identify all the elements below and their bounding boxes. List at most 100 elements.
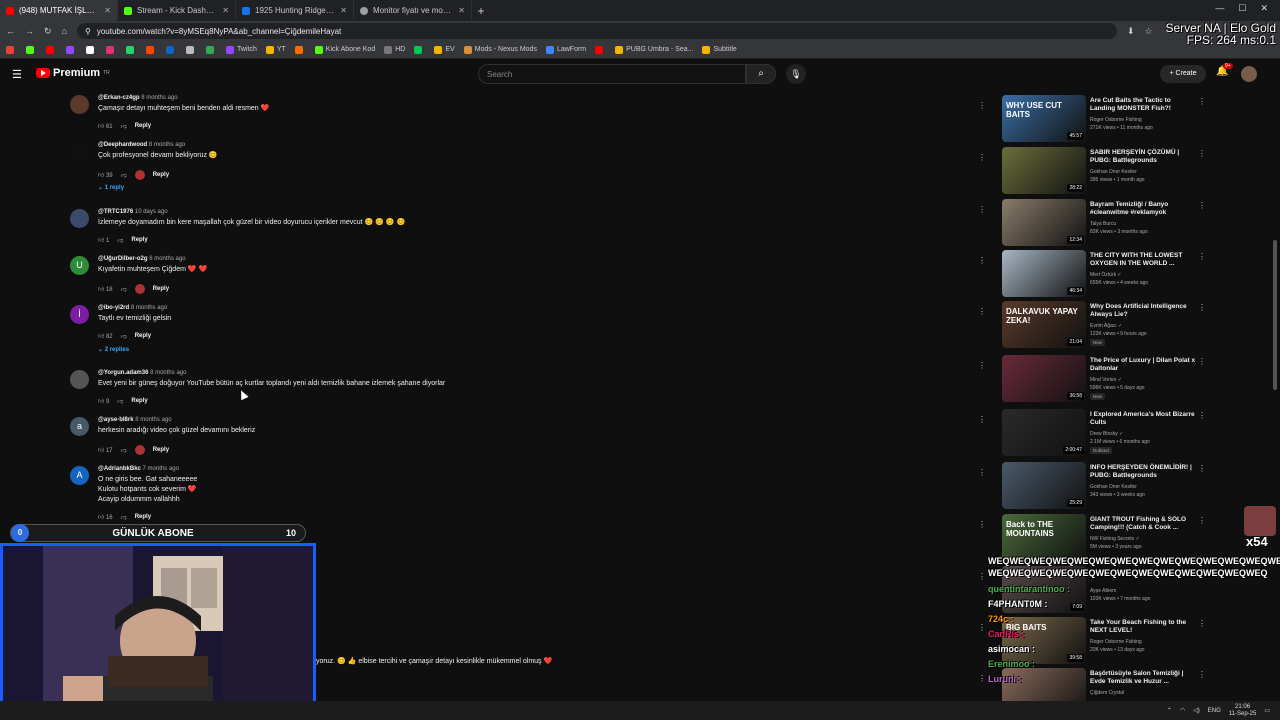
reply-button[interactable]: Reply bbox=[153, 447, 169, 453]
related-video-item[interactable]: 12:34 Bayram Temizliği / Banyo #cleanwit… bbox=[1002, 199, 1212, 251]
comment-time[interactable]: 8 months ago bbox=[149, 142, 185, 148]
close-tab-icon[interactable]: ✕ bbox=[222, 6, 229, 15]
related-video-item[interactable]: 2:00:47 I Explored America's Most Bizarr… bbox=[1002, 409, 1212, 461]
comment-time[interactable]: 8 months ago bbox=[141, 95, 177, 101]
video-title[interactable]: INFO HERŞEYDEN ÖNEMLİDİR! | PUBG: Battle… bbox=[1090, 464, 1196, 480]
minimize-icon[interactable]: — bbox=[1215, 3, 1224, 14]
bookmark-14[interactable]: Kick Abone Kod bbox=[314, 45, 375, 54]
new-tab-button[interactable]: + bbox=[472, 4, 490, 18]
bookmark-17[interactable]: EV bbox=[434, 45, 455, 54]
commenter-avatar[interactable] bbox=[70, 142, 89, 161]
bookmark-7[interactable] bbox=[146, 45, 157, 54]
comment-time[interactable]: 8 months ago bbox=[131, 305, 167, 311]
tray-chevron-icon[interactable]: ⌃ bbox=[1167, 707, 1172, 714]
commenter-avatar[interactable]: İ bbox=[70, 305, 89, 324]
video-thumbnail[interactable]: 36:58 bbox=[1002, 355, 1086, 402]
comment-more-options-icon[interactable]: ⋮ bbox=[978, 572, 986, 581]
commenter-avatar[interactable] bbox=[70, 95, 89, 114]
video-title[interactable]: I Explored America's Most Bizarre Cults bbox=[1090, 411, 1196, 427]
channel-name[interactable]: Evrim Ağacı ✓ bbox=[1090, 323, 1122, 329]
comment-more-options-icon[interactable]: ⋮ bbox=[978, 520, 986, 529]
video-title[interactable]: The Price of Luxury | Dilan Polat x Dalt… bbox=[1090, 357, 1196, 373]
comment-author[interactable]: @Erkan-cz4gp bbox=[98, 95, 140, 101]
comment-author[interactable]: @AdrianbkBkc bbox=[98, 466, 141, 472]
dislike-button[interactable]: 👎︎ bbox=[121, 332, 127, 340]
view-replies-button[interactable]: ⌄ 1 reply bbox=[98, 184, 124, 191]
close-tab-icon[interactable]: ✕ bbox=[340, 6, 347, 15]
reply-button[interactable]: Reply bbox=[135, 333, 151, 339]
comment-more-options-icon[interactable]: ⋮ bbox=[978, 361, 986, 370]
like-button[interactable]: 👍︎ 17 bbox=[98, 446, 113, 454]
comment-author[interactable]: @UğurDilber-o2g bbox=[98, 256, 148, 262]
video-title[interactable]: Why Does Artificial Intelligence Always … bbox=[1090, 303, 1196, 319]
more-options-icon[interactable]: ⋮ bbox=[1198, 303, 1206, 312]
bookmark-5[interactable] bbox=[106, 45, 117, 54]
channel-name[interactable]: Gokhan Oner Kestler bbox=[1090, 484, 1137, 490]
reply-button[interactable]: Reply bbox=[153, 286, 169, 292]
bookmark-3[interactable] bbox=[66, 45, 77, 54]
channel-name[interactable]: Mert Öztürk ✓ bbox=[1090, 272, 1122, 278]
related-video-item[interactable]: DALKAVUK YAPAY ZEKA! 21:04 Why Does Arti… bbox=[1002, 301, 1212, 353]
comment-more-options-icon[interactable]: ⋮ bbox=[978, 623, 986, 632]
commenter-avatar[interactable]: a bbox=[70, 417, 89, 436]
like-button[interactable]: 👍︎ 16 bbox=[98, 513, 113, 521]
commenter-avatar[interactable]: A bbox=[70, 466, 89, 485]
comment-more-options-icon[interactable]: ⋮ bbox=[978, 101, 986, 110]
video-thumbnail[interactable]: 28:22 bbox=[1002, 147, 1086, 194]
comment-author[interactable]: @Yorgun.adam36 bbox=[98, 370, 148, 376]
bookmark-22[interactable]: Subtitle bbox=[702, 45, 737, 54]
search-input[interactable]: Search bbox=[478, 64, 746, 84]
channel-name[interactable]: Mind Vortex ✓ bbox=[1090, 377, 1122, 383]
bookmark-16[interactable] bbox=[414, 45, 425, 54]
close-window-icon[interactable]: ✕ bbox=[1260, 3, 1268, 14]
video-thumbnail[interactable]: 2:00:47 bbox=[1002, 409, 1086, 456]
like-button[interactable]: 👍︎ 39 bbox=[98, 171, 113, 179]
volume-icon[interactable]: ◁) bbox=[1193, 707, 1200, 714]
channel-name[interactable]: Gokhan Oner Kestler bbox=[1090, 169, 1137, 175]
bookmark-21[interactable]: PUBG Umbra - Sea... bbox=[615, 45, 693, 54]
commenter-avatar[interactable] bbox=[70, 209, 89, 228]
comment-more-options-icon[interactable]: ⋮ bbox=[978, 153, 986, 162]
like-button[interactable]: 👍︎ 82 bbox=[98, 332, 113, 340]
bookmark-11[interactable]: Twitch bbox=[226, 45, 257, 54]
more-options-icon[interactable]: ⋮ bbox=[1198, 97, 1206, 106]
more-options-icon[interactable]: ⋮ bbox=[1198, 201, 1206, 210]
comment-more-options-icon[interactable]: ⋮ bbox=[978, 468, 986, 477]
video-thumbnail[interactable]: 46:34 bbox=[1002, 250, 1086, 297]
forward-icon[interactable]: → bbox=[25, 26, 34, 36]
related-video-item[interactable]: WHY USE CUT BAITS 45:57 Are Cut Baits th… bbox=[1002, 95, 1212, 147]
video-thumbnail[interactable]: 25:29 bbox=[1002, 462, 1086, 509]
dislike-button[interactable]: 👎︎ bbox=[121, 122, 127, 130]
video-thumbnail[interactable]: Back to THE MOUNTAINS bbox=[1002, 514, 1086, 561]
related-video-item[interactable]: 46:34 THE CITY WITH THE LOWEST OXYGEN IN… bbox=[1002, 250, 1212, 302]
back-icon[interactable]: ← bbox=[6, 26, 15, 36]
more-options-icon[interactable]: ⋮ bbox=[1198, 149, 1206, 158]
url-bar[interactable]: ⚲ youtube.com/watch?v=8yMSEq8NyPA&ab_cha… bbox=[76, 23, 1117, 39]
browser-tab-0[interactable]: (948) MUTFAK İŞLERİ - İLK TEM ✕ bbox=[0, 0, 118, 21]
bookmark-19[interactable]: LawForm bbox=[545, 45, 586, 54]
video-title[interactable]: GIANT TROUT Fishing & SOLO Camping!!! (C… bbox=[1090, 516, 1196, 532]
reply-button[interactable]: Reply bbox=[135, 514, 151, 520]
channel-name[interactable]: Çiğdem Crystal bbox=[1090, 690, 1124, 696]
channel-name[interactable]: Roger Osborne Fishing bbox=[1090, 117, 1142, 123]
network-icon[interactable]: ◠ bbox=[1180, 707, 1185, 714]
more-options-icon[interactable]: ⋮ bbox=[1198, 411, 1206, 420]
comment-author[interactable]: @ibo-yi2rd bbox=[98, 305, 129, 311]
commenter-avatar[interactable]: U bbox=[70, 256, 89, 275]
comment-time[interactable]: 8 months ago bbox=[149, 256, 185, 262]
maximize-icon[interactable]: ☐ bbox=[1238, 3, 1246, 14]
more-options-icon[interactable]: ⋮ bbox=[1198, 464, 1206, 473]
bookmark-0[interactable] bbox=[6, 45, 17, 54]
comment-more-options-icon[interactable]: ⋮ bbox=[978, 415, 986, 424]
dislike-button[interactable]: 👎︎ bbox=[121, 446, 127, 454]
account-avatar[interactable] bbox=[1241, 66, 1257, 82]
dislike-button[interactable]: 👎︎ bbox=[121, 285, 127, 293]
related-video-item[interactable]: 25:29 INFO HERŞEYDEN ÖNEMLİDİR! | PUBG: … bbox=[1002, 462, 1212, 514]
related-video-item[interactable]: 28:22 SABIR HERŞEYİN ÇÖZÜMÜ | PUBG: Batt… bbox=[1002, 147, 1212, 199]
browser-tab-1[interactable]: Stream - Kick Dashboard ✕ bbox=[118, 0, 236, 21]
video-thumbnail[interactable]: 12:34 bbox=[1002, 199, 1086, 246]
video-thumbnail[interactable]: WHY USE CUT BAITS 45:57 bbox=[1002, 95, 1086, 142]
reply-button[interactable]: Reply bbox=[135, 123, 151, 129]
channel-name[interactable]: Drew Binsky ✓ bbox=[1090, 431, 1123, 437]
dislike-button[interactable]: 👎︎ bbox=[121, 171, 127, 179]
